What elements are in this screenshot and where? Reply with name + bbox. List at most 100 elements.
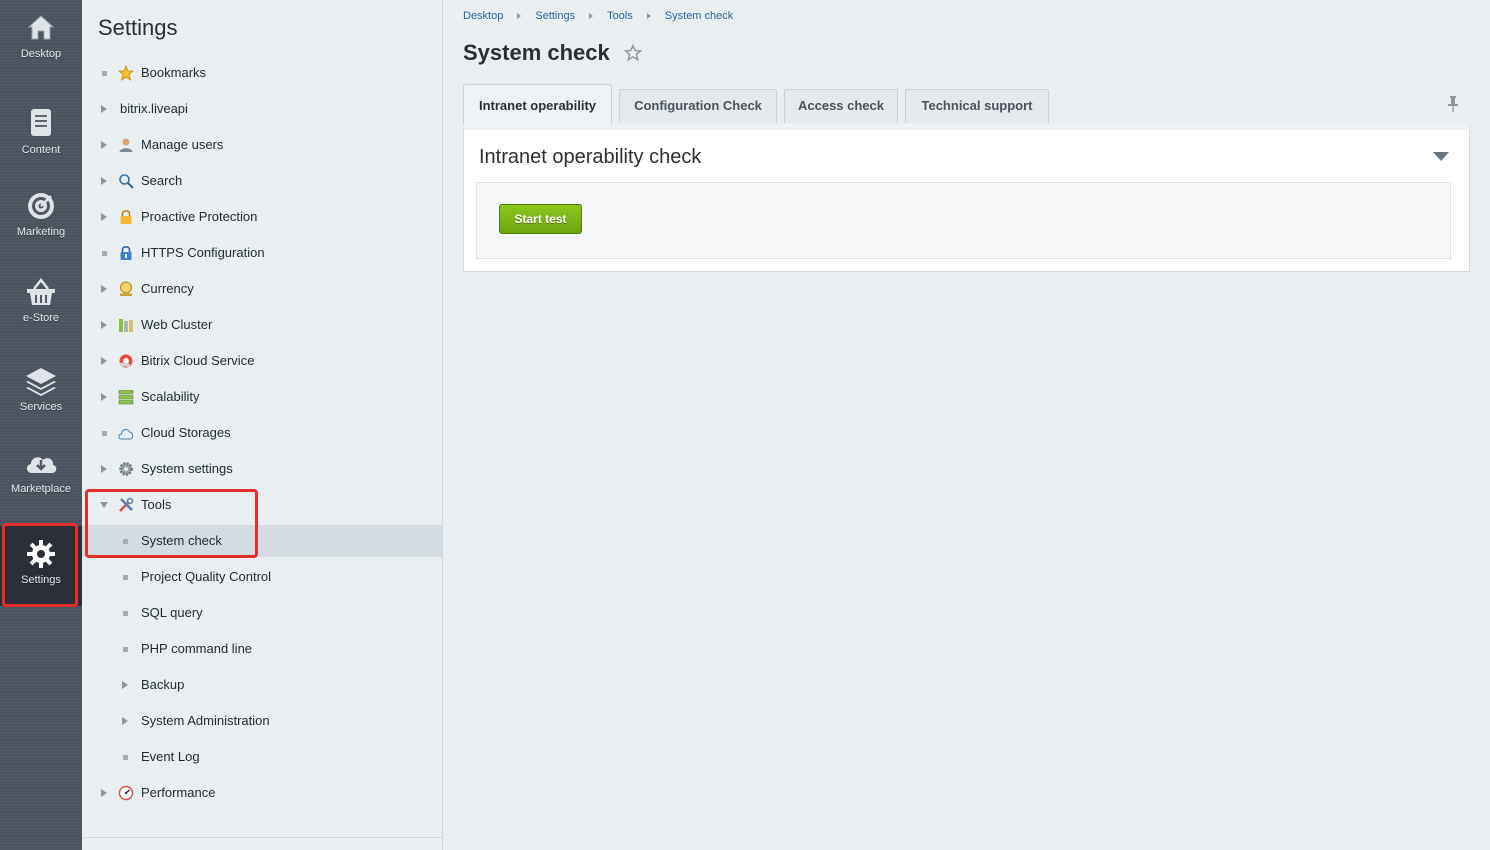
expand-arrow[interactable] <box>99 201 109 233</box>
chevron-right-icon <box>101 177 107 185</box>
tree-item-label: System settings <box>141 461 233 476</box>
tree-item-label: Proactive Protection <box>141 209 258 224</box>
tree-item-php-command-line[interactable]: PHP command line <box>82 633 442 665</box>
rail-item-label: Marketing <box>16 226 66 238</box>
expand-arrow[interactable] <box>120 669 130 701</box>
rail-item-marketing[interactable]: Marketing <box>0 178 82 260</box>
favorite-star-icon[interactable] <box>624 44 642 62</box>
tree-item-cloud-storages[interactable]: Cloud Storages <box>82 417 442 449</box>
bullet-icon <box>122 754 128 760</box>
rail-item-label: e-Store <box>22 312 60 324</box>
expand-arrow[interactable] <box>99 777 109 809</box>
rail-item-e-store[interactable]: e-Store <box>0 264 82 346</box>
tree-item-project-quality-control[interactable]: Project Quality Control <box>82 561 442 593</box>
tab-configuration-check[interactable]: Configuration Check <box>619 89 777 123</box>
rail-item-label: Marketplace <box>11 483 71 495</box>
star-icon <box>118 65 134 81</box>
document-icon <box>31 109 51 136</box>
breadcrumb-separator-icon <box>646 13 651 19</box>
main-content: Desktop Settings Tools System check Syst… <box>443 0 1490 850</box>
chevron-right-icon <box>101 357 107 365</box>
collapse-triangle-icon[interactable] <box>1433 152 1449 161</box>
https-lock-icon <box>120 246 132 260</box>
expand-arrow[interactable] <box>99 381 109 413</box>
bullet-icon <box>101 250 107 256</box>
chevron-right-icon <box>101 321 107 329</box>
tree-item-label: Search <box>141 173 183 188</box>
test-area: Start test <box>476 182 1451 259</box>
cloud-service-icon <box>119 354 133 368</box>
currency-icon <box>120 281 132 296</box>
expand-arrow[interactable] <box>99 93 109 125</box>
rail-item-content[interactable]: Content <box>0 94 82 176</box>
chevron-right-icon <box>101 141 107 149</box>
settings-highlight-box <box>2 523 78 607</box>
expand-arrow[interactable] <box>99 273 109 305</box>
tree-item-label: Web Cluster <box>141 317 213 332</box>
target-icon <box>28 193 54 219</box>
tab-technical-support[interactable]: Technical support <box>905 89 1049 123</box>
tree-item-search[interactable]: Search <box>82 165 442 197</box>
expand-arrow[interactable] <box>120 705 130 737</box>
rail-item-desktop[interactable]: Desktop <box>0 0 82 82</box>
breadcrumb-desktop[interactable]: Desktop <box>463 10 503 22</box>
tree-item-manage-users[interactable]: Manage users <box>82 129 442 161</box>
tree-item-label: System Administration <box>141 713 270 728</box>
tree-item-bitrix-liveapi[interactable]: bitrix.liveapi <box>82 93 442 125</box>
tree-item-backup[interactable]: Backup <box>82 669 442 701</box>
breadcrumb-tools[interactable]: Tools <box>607 10 633 22</box>
tree-item-label: SQL query <box>141 605 203 620</box>
page-title: System check <box>463 40 610 65</box>
tree-item-currency[interactable]: Currency <box>82 273 442 305</box>
chevron-right-icon <box>101 465 107 473</box>
pin-icon[interactable] <box>1446 95 1460 113</box>
tab-access-check[interactable]: Access check <box>784 89 898 123</box>
tree-item-label: Currency <box>141 281 194 296</box>
server-stack-icon <box>118 390 134 405</box>
cloud-download-icon <box>26 457 57 473</box>
home-icon <box>27 15 55 40</box>
chevron-right-icon <box>101 105 107 113</box>
tree-item-sql-query[interactable]: SQL query <box>82 597 442 629</box>
breadcrumb: Desktop Settings Tools System check <box>463 10 733 22</box>
rail-item-label: Content <box>21 144 61 156</box>
cloud-storage-icon <box>118 429 134 440</box>
chevron-right-icon <box>122 681 128 689</box>
tree-item-label: Performance <box>141 785 216 800</box>
gauge-icon <box>118 785 134 801</box>
tree-item-proactive-protection[interactable]: Proactive Protection <box>82 201 442 233</box>
tree-item-performance[interactable]: Performance <box>82 777 442 809</box>
expand-arrow[interactable] <box>99 165 109 197</box>
tree-item-label: Backup <box>141 677 185 692</box>
breadcrumb-settings[interactable]: Settings <box>535 10 575 22</box>
rail-item-marketplace[interactable]: Marketplace <box>0 435 82 517</box>
expand-arrow[interactable] <box>99 129 109 161</box>
breadcrumb-separator-icon <box>589 13 594 19</box>
tree-item-https-configuration[interactable]: HTTPS Configuration <box>82 237 442 269</box>
expand-arrow[interactable] <box>99 453 109 485</box>
tree-item-system-settings[interactable]: System settings <box>82 453 442 485</box>
panel-title: Intranet operability check <box>479 146 702 168</box>
expand-arrow[interactable] <box>99 309 109 341</box>
rail-item-services[interactable]: Services <box>0 353 82 435</box>
tree-item-web-cluster[interactable]: Web Cluster <box>82 309 442 341</box>
tab-intranet-operability[interactable]: Intranet operability <box>463 84 612 124</box>
breadcrumb-system-check[interactable]: System check <box>665 10 733 22</box>
tree-item-label: HTTPS Configuration <box>141 245 265 260</box>
cog-icon <box>119 462 133 476</box>
start-test-button[interactable]: Start test <box>499 204 582 234</box>
bullet-icon <box>101 70 107 76</box>
chevron-right-icon <box>101 789 107 797</box>
tree-item-bitrix-cloud-service[interactable]: Bitrix Cloud Service <box>82 345 442 377</box>
tree-item-bookmarks[interactable]: Bookmarks <box>82 57 442 89</box>
bullet-icon <box>101 430 107 436</box>
tree-item-event-log[interactable]: Event Log <box>82 741 442 773</box>
tree-item-scalability[interactable]: Scalability <box>82 381 442 413</box>
left-rail: Desktop Content Marketing e-Store Servic… <box>0 0 82 850</box>
tree-item-system-administration[interactable]: System Administration <box>82 705 442 737</box>
tree-item-label: Scalability <box>141 389 200 404</box>
tree-item-label: PHP command line <box>141 641 253 656</box>
settings-tree-panel: Settings Bookmarks bitrix.liveapi Manage… <box>82 0 443 850</box>
expand-arrow[interactable] <box>99 345 109 377</box>
user-icon <box>119 138 133 152</box>
